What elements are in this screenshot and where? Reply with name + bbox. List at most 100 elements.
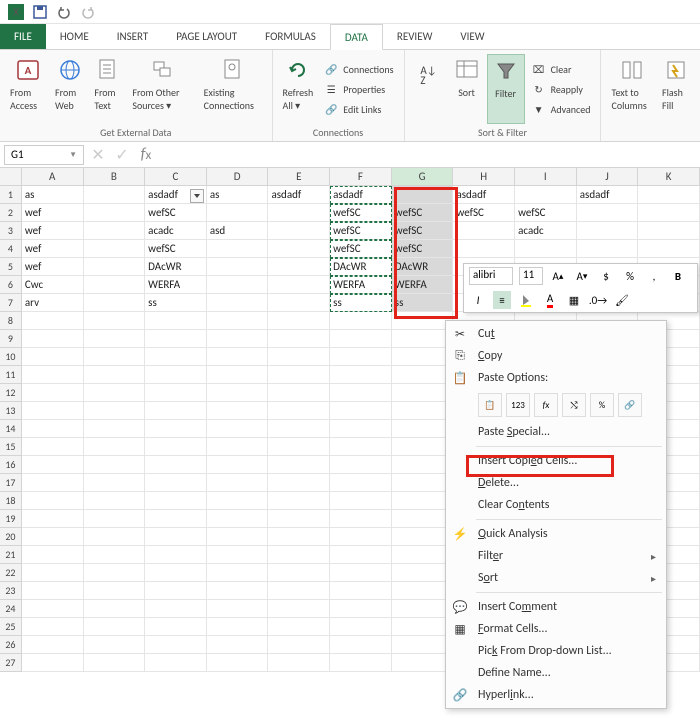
cell-G5[interactable]: DAcWR	[392, 258, 454, 276]
row-header-26[interactable]: 26	[0, 636, 22, 654]
cell-D27[interactable]	[207, 654, 269, 672]
cell-C22[interactable]	[145, 564, 207, 582]
cell-F26[interactable]	[330, 636, 392, 654]
cell-F3[interactable]: wefSC	[330, 222, 392, 240]
cell-H2[interactable]: wefSC	[453, 204, 515, 222]
cell-E10[interactable]	[268, 348, 330, 366]
row-header-15[interactable]: 15	[0, 438, 22, 456]
cell-H1[interactable]: asdadf	[453, 186, 515, 204]
font-color-icon[interactable]: A	[541, 291, 559, 309]
cell-E17[interactable]	[268, 474, 330, 492]
tab-home[interactable]: HOME	[46, 24, 103, 49]
cell-C16[interactable]	[145, 456, 207, 474]
cell-E21[interactable]	[268, 546, 330, 564]
cell-E5[interactable]	[268, 258, 330, 276]
cell-A12[interactable]	[22, 384, 84, 402]
cell-F10[interactable]	[330, 348, 392, 366]
cell-A4[interactable]: wef	[22, 240, 84, 258]
cell-B26[interactable]	[84, 636, 146, 654]
cell-B24[interactable]	[84, 600, 146, 618]
cell-C11[interactable]	[145, 366, 207, 384]
refresh-all-button[interactable]: Refresh All ▾	[279, 54, 318, 124]
cell-J1[interactable]: asdadf	[577, 186, 639, 204]
cell-B25[interactable]	[84, 618, 146, 636]
cell-C13[interactable]	[145, 402, 207, 420]
tab-review[interactable]: REVIEW	[383, 24, 447, 49]
cell-D4[interactable]	[207, 240, 269, 258]
cell-D14[interactable]	[207, 420, 269, 438]
cm-filter[interactable]: Filter▸	[446, 545, 666, 567]
from-access-button[interactable]: AFrom Access	[6, 54, 49, 124]
cell-C14[interactable]	[145, 420, 207, 438]
cell-C27[interactable]	[145, 654, 207, 672]
row-header-8[interactable]: 8	[0, 312, 22, 330]
save-icon[interactable]	[32, 4, 48, 20]
cm-hyperlink[interactable]: 🔗Hyperlink...	[446, 684, 666, 706]
cell-D22[interactable]	[207, 564, 269, 582]
cell-A9[interactable]	[22, 330, 84, 348]
cell-A21[interactable]	[22, 546, 84, 564]
sort-button[interactable]: Sort	[449, 54, 485, 124]
cell-C20[interactable]	[145, 528, 207, 546]
col-header-J[interactable]: J	[577, 168, 639, 185]
cell-A5[interactable]: wef	[22, 258, 84, 276]
cell-E18[interactable]	[268, 492, 330, 510]
cell-D5[interactable]	[207, 258, 269, 276]
cell-F1[interactable]: asdadf	[330, 186, 392, 204]
cell-I3[interactable]: acadc	[515, 222, 577, 240]
cell-D6[interactable]	[207, 276, 269, 294]
cell-C21[interactable]	[145, 546, 207, 564]
row-header-9[interactable]: 9	[0, 330, 22, 348]
col-header-G[interactable]: G	[392, 168, 454, 185]
cm-delete[interactable]: Delete...	[446, 472, 666, 494]
cm-clear[interactable]: Clear Contents	[446, 494, 666, 516]
cell-F4[interactable]: wefSC	[330, 240, 392, 258]
col-header-E[interactable]: E	[268, 168, 330, 185]
cell-C10[interactable]	[145, 348, 207, 366]
cell-D17[interactable]	[207, 474, 269, 492]
cell-C19[interactable]	[145, 510, 207, 528]
cell-B21[interactable]	[84, 546, 146, 564]
align-center-icon[interactable]: ≡	[493, 291, 511, 309]
cell-B10[interactable]	[84, 348, 146, 366]
cell-A27[interactable]	[22, 654, 84, 672]
row-header-17[interactable]: 17	[0, 474, 22, 492]
cell-B19[interactable]	[84, 510, 146, 528]
tab-view[interactable]: VIEW	[446, 24, 498, 49]
col-header-H[interactable]: H	[453, 168, 515, 185]
decimal-inc-icon[interactable]: .0→	[589, 291, 607, 309]
cell-J4[interactable]	[577, 240, 639, 258]
cell-A3[interactable]: wef	[22, 222, 84, 240]
cell-C2[interactable]: wefSC	[145, 204, 207, 222]
cell-C7[interactable]: ss	[145, 294, 207, 312]
tab-data[interactable]: DATA	[330, 24, 383, 50]
filter-button[interactable]: Filter	[487, 54, 525, 124]
comma-icon[interactable]: ,	[645, 267, 663, 285]
cell-D20[interactable]	[207, 528, 269, 546]
cm-cut[interactable]: ✂Cut	[446, 323, 666, 345]
cell-C3[interactable]: acadc	[145, 222, 207, 240]
cell-B16[interactable]	[84, 456, 146, 474]
cell-E2[interactable]	[268, 204, 330, 222]
cell-B27[interactable]	[84, 654, 146, 672]
row-header-13[interactable]: 13	[0, 402, 22, 420]
cell-D1[interactable]: as	[207, 186, 269, 204]
cell-D25[interactable]	[207, 618, 269, 636]
cell-A6[interactable]: Cwc	[22, 276, 84, 294]
cm-quick-analysis[interactable]: ⚡Quick Analysis	[446, 523, 666, 545]
cm-pick-list[interactable]: Pick From Drop-down List...	[446, 640, 666, 662]
row-header-18[interactable]: 18	[0, 492, 22, 510]
font-size-select[interactable]: 11	[519, 267, 543, 285]
cell-G2[interactable]: wefSC	[392, 204, 454, 222]
cell-I4[interactable]	[515, 240, 577, 258]
cell-C12[interactable]	[145, 384, 207, 402]
cell-F14[interactable]	[330, 420, 392, 438]
cell-A22[interactable]	[22, 564, 84, 582]
cell-D26[interactable]	[207, 636, 269, 654]
row-header-25[interactable]: 25	[0, 618, 22, 636]
cell-E25[interactable]	[268, 618, 330, 636]
cell-E19[interactable]	[268, 510, 330, 528]
select-all-button[interactable]	[0, 168, 22, 185]
from-other-sources-button[interactable]: From Other Sources ▾	[128, 54, 197, 124]
cell-I2[interactable]: wefSC	[515, 204, 577, 222]
